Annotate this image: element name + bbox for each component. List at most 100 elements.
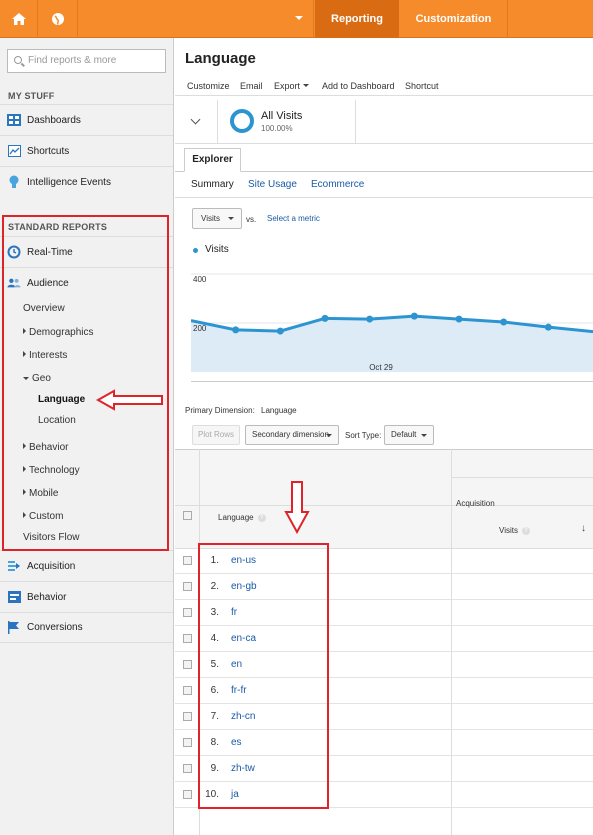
row-checkbox[interactable] [183, 738, 192, 747]
sidebar-item-label: Conversions [27, 622, 83, 633]
shortcuts-icon [7, 144, 21, 158]
sidebar-item-shortcuts[interactable]: Shortcuts [0, 135, 173, 166]
row-checkbox[interactable] [183, 712, 192, 721]
data-point[interactable] [455, 315, 463, 323]
annotation-box [198, 543, 329, 809]
page-title: Language [185, 50, 256, 67]
plot-rows-button[interactable]: Plot Rows [192, 425, 240, 445]
table-header [175, 449, 593, 548]
chevron-down-icon [326, 434, 332, 437]
account-selector[interactable] [78, 0, 314, 38]
sort-type-select[interactable]: Default [384, 425, 434, 445]
legend-marker [193, 248, 198, 253]
row-checkbox[interactable] [183, 608, 192, 617]
divider [217, 100, 218, 144]
sort-type-label: Sort Type: [345, 431, 382, 440]
sidebar: Find reports & more MY STUFF Dashboards … [0, 38, 174, 835]
lightbulb-icon [7, 175, 21, 189]
data-point[interactable] [366, 315, 374, 323]
sidebar-item-acquisition[interactable]: Acquisition [0, 550, 173, 581]
customize-button[interactable]: Customize [187, 81, 230, 91]
group-header-acquisition: Acquisition [456, 499, 495, 508]
chart-baseline [191, 381, 593, 382]
row-checkbox[interactable] [183, 634, 192, 643]
tab-explorer[interactable]: Explorer [184, 148, 241, 172]
row-checkbox[interactable] [183, 764, 192, 773]
add-to-dashboard-button[interactable]: Add to Dashboard [322, 81, 395, 91]
chevron-down-icon [228, 217, 234, 220]
select-all-checkbox[interactable] [183, 511, 192, 520]
search-placeholder: Find reports & more [28, 55, 117, 66]
y-tick-label: 400 [193, 275, 207, 284]
help-icon: ? [521, 527, 530, 535]
export-label: Export [274, 81, 301, 91]
sidebar-item-behavior-main[interactable]: Behavior [0, 581, 173, 612]
data-point[interactable] [232, 326, 240, 334]
sidebar-item-label: Acquisition [27, 560, 76, 572]
export-button[interactable]: Export [274, 81, 309, 91]
subtab-site-usage[interactable]: Site Usage [248, 179, 297, 190]
sidebar-item-conversions[interactable]: Conversions [0, 612, 173, 643]
divider [355, 100, 356, 144]
sidebar-item-dashboards[interactable]: Dashboards [0, 104, 173, 135]
search-input[interactable]: Find reports & more [7, 49, 166, 73]
legend-label: Visits [205, 244, 229, 255]
shortcut-button[interactable]: Shortcut [405, 81, 439, 91]
email-button[interactable]: Email [240, 81, 263, 91]
row-checkbox[interactable] [183, 556, 192, 565]
divider [175, 505, 593, 506]
segment-ring-icon [230, 109, 254, 133]
row-checkbox[interactable] [183, 582, 192, 591]
home-icon [11, 13, 26, 25]
behavior-icon [7, 590, 21, 604]
chevron-down-icon[interactable] [190, 114, 201, 125]
data-point[interactable] [500, 318, 508, 326]
secondary-dimension-select[interactable]: Secondary dimension [245, 425, 339, 445]
segment-name[interactable]: All Visits [261, 110, 302, 122]
row-checkbox[interactable] [183, 686, 192, 695]
primary-dimension-label: Primary Dimension: [185, 406, 255, 415]
sidebar-item-intelligence-events[interactable]: Intelligence Events [0, 166, 173, 197]
metric-select[interactable]: Visits [192, 208, 242, 229]
metric-select-value: Visits [201, 214, 220, 223]
column-header-label: Visits [499, 526, 518, 535]
tab-reporting[interactable]: Reporting [315, 0, 399, 38]
x-tick-label: Oct 29 [369, 363, 393, 372]
divider [451, 477, 593, 478]
visits-chart: 400 200 Oct 29 [191, 273, 593, 372]
annotation-arrow-left [96, 389, 163, 411]
primary-dimension-value[interactable]: Language [261, 406, 297, 415]
main-content: Language Customize Email Export Add to D… [175, 38, 593, 835]
report-toolbar: Customize Email Export Add to Dashboard … [175, 76, 593, 96]
data-point[interactable] [544, 323, 552, 331]
sort-descending-icon[interactable]: ↓ [581, 523, 586, 534]
globe-button[interactable] [38, 0, 78, 38]
annotation-box [2, 215, 169, 551]
column-header-language[interactable]: Language? [218, 513, 266, 522]
my-stuff-heading: MY STUFF [8, 91, 55, 101]
data-point[interactable] [321, 314, 329, 322]
flag-icon [7, 621, 21, 635]
globe-icon [51, 13, 64, 25]
data-point[interactable] [410, 312, 418, 320]
data-point[interactable] [276, 327, 284, 335]
annotation-arrow-down [284, 481, 310, 534]
acquisition-icon [7, 559, 21, 573]
home-button[interactable] [0, 0, 38, 38]
row-checkbox[interactable] [183, 790, 192, 799]
column-header-visits[interactable]: Visits? [499, 526, 530, 535]
search-icon [14, 56, 22, 64]
segment-bar: All Visits 100.00% [175, 100, 593, 144]
segment-percent: 100.00% [261, 124, 293, 133]
row-checkbox[interactable] [183, 660, 192, 669]
column-header-label: Language [218, 513, 254, 522]
sidebar-item-label: Behavior [27, 591, 67, 603]
subtab-ecommerce[interactable]: Ecommerce [311, 179, 364, 190]
sort-type-value: Default [391, 430, 417, 439]
tab-customization[interactable]: Customization [400, 0, 508, 38]
secondary-dimension-label: Secondary dimension [252, 430, 329, 439]
dashboards-icon [7, 113, 21, 127]
y-tick-label: 200 [193, 324, 207, 333]
subtab-summary[interactable]: Summary [191, 179, 234, 190]
select-metric-link[interactable]: Select a metric [267, 214, 320, 223]
